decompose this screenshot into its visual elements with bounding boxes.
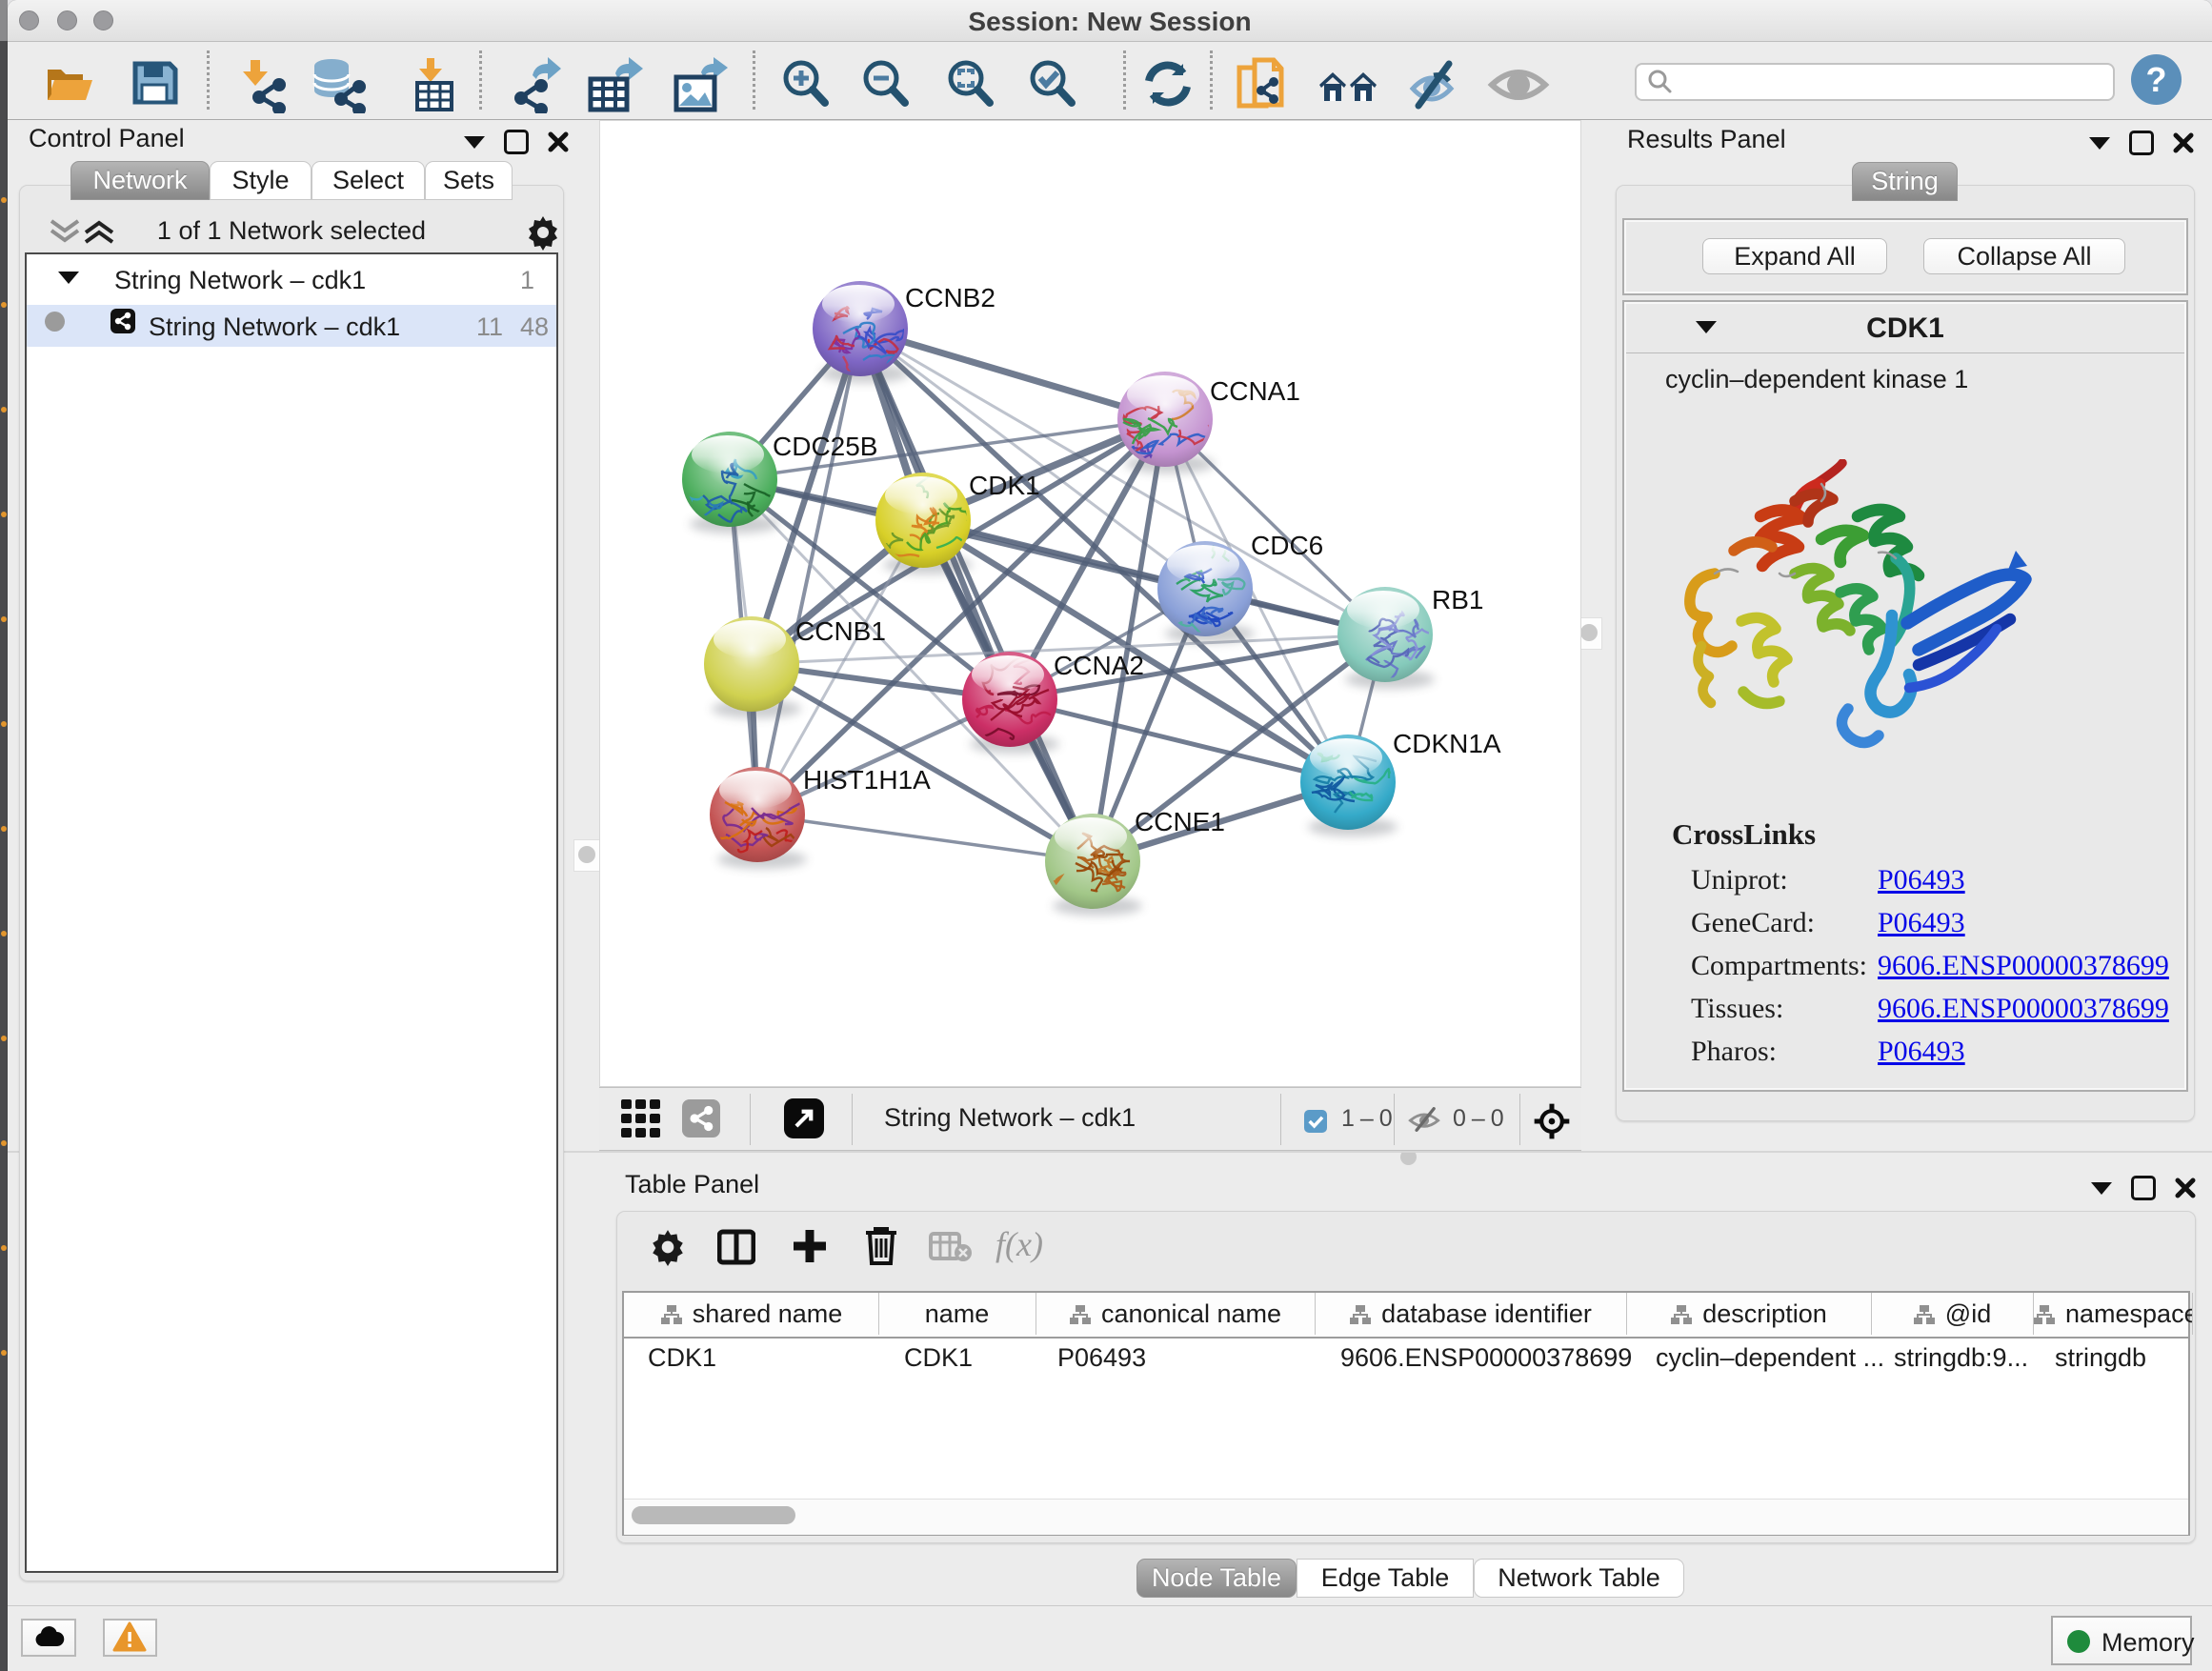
svg-text:CCNA1: CCNA1 (1210, 376, 1300, 406)
svg-text:RB1: RB1 (1432, 585, 1483, 614)
svg-text:CDC6: CDC6 (1251, 531, 1323, 560)
svg-text:CCNB2: CCNB2 (905, 283, 995, 312)
svg-text:CDK1: CDK1 (969, 471, 1040, 500)
svg-text:CCNA2: CCNA2 (1054, 651, 1144, 680)
svg-text:HIST1H1A: HIST1H1A (803, 765, 931, 795)
svg-text:CCNB1: CCNB1 (795, 616, 886, 646)
svg-text:CDC25B: CDC25B (773, 432, 877, 461)
svg-text:CCNE1: CCNE1 (1135, 807, 1225, 836)
svg-text:CDKN1A: CDKN1A (1393, 729, 1501, 758)
